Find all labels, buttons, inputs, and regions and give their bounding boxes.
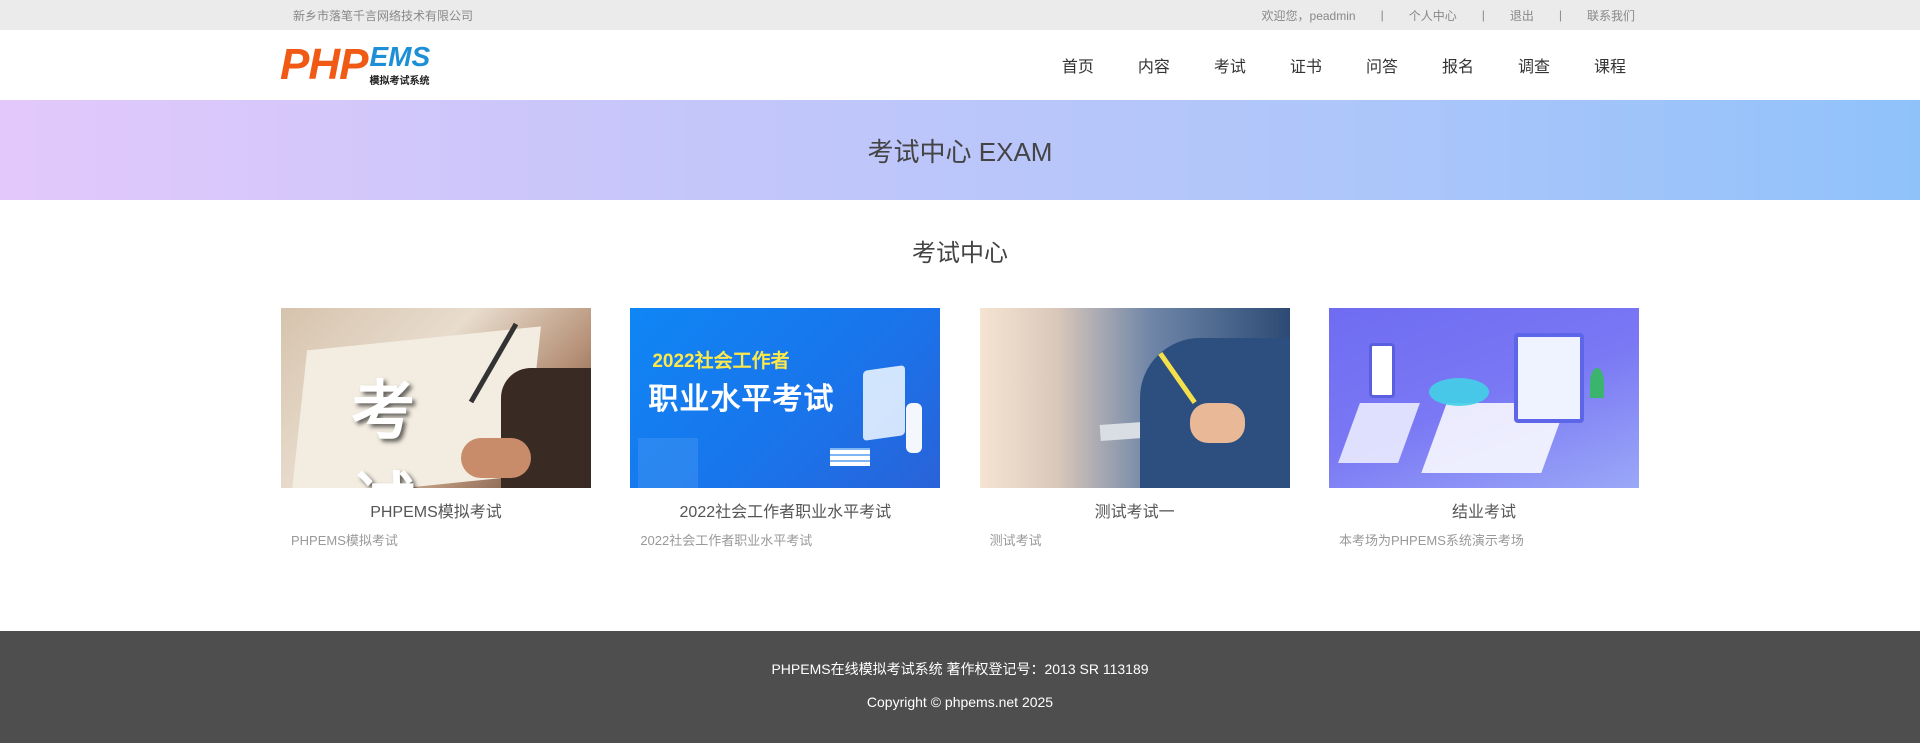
footer: PHPEMS在线模拟考试系统 著作权登记号：2013 SR 113189 Cop… xyxy=(0,631,1920,743)
exam-card-desc: 测试考试 xyxy=(989,533,1042,548)
cylinder-shape xyxy=(1428,378,1489,406)
image-caption-line1: 2022社会工作者 xyxy=(652,351,790,372)
books-shape xyxy=(830,448,871,466)
exam-card[interactable]: 2022社会工作者 职业水平考试 2022社会工作者职业水平考试 2022社会工… xyxy=(630,308,941,549)
footer-copyright: Copyright © phpems.net 2025 xyxy=(866,694,1054,710)
exam-card-list: 考 试 PHPEMS模拟考试 PHPEMS模拟考试 2022社会工作者 职业水平… xyxy=(280,308,1640,549)
top-bar: 新乡市落笔千言网络技术有限公司 欢迎您，peadmin | 个人中心 | 退出 … xyxy=(0,0,1920,30)
link-separator: | xyxy=(1558,8,1562,22)
banner-title: 考试中心 EXAM xyxy=(867,136,1053,167)
person-shape xyxy=(906,403,923,453)
exam-card-title[interactable]: PHPEMS模拟考试 xyxy=(281,498,591,521)
cube-shape xyxy=(638,438,699,488)
nav-item-certificate[interactable]: 证书 xyxy=(1290,53,1322,77)
personal-center-link[interactable]: 个人中心 xyxy=(1409,7,1457,24)
logo-php-text: PHP xyxy=(280,40,368,89)
nav-item-qa[interactable]: 问答 xyxy=(1366,53,1398,77)
logo-ems-text: EMS xyxy=(369,41,431,72)
user-links: 欢迎您，peadmin | 个人中心 | 退出 | 联系我们 xyxy=(1262,7,1635,24)
contact-link[interactable]: 联系我们 xyxy=(1587,7,1635,24)
header: PHP EMS 模拟考试系统 首页 内容 考试 证书 问答 报名 调查 课程 xyxy=(0,30,1920,100)
exam-card-desc: 本考场为PHPEMS系统演示考场 xyxy=(1338,533,1524,548)
image-caption-line2: 职业水平考试 xyxy=(648,383,835,416)
hand-shape xyxy=(1189,403,1245,443)
nav-item-course[interactable]: 课程 xyxy=(1594,53,1626,77)
nav-item-survey[interactable]: 调查 xyxy=(1518,53,1550,77)
exam-card-desc: 2022社会工作者职业水平考试 xyxy=(640,533,813,548)
logout-link[interactable]: 退出 xyxy=(1510,7,1534,24)
welcome-user-link[interactable]: 欢迎您，peadmin xyxy=(1262,7,1356,24)
image-caption: 考 试 xyxy=(351,375,445,488)
page-banner: 考试中心 EXAM xyxy=(0,100,1920,200)
screen-shape xyxy=(1513,333,1584,423)
nav-item-home[interactable]: 首页 xyxy=(1062,53,1094,77)
exam-card-title[interactable]: 结业考试 xyxy=(1329,498,1639,521)
exam-card[interactable]: 结业考试 本考场为PHPEMS系统演示考场 xyxy=(1328,308,1639,549)
logo-subtitle: 模拟考试系统 xyxy=(369,76,430,87)
section-title: 考试中心 xyxy=(912,240,1008,267)
footer-copyright-registration: PHPEMS在线模拟考试系统 著作权登记号：2013 SR 113189 xyxy=(771,661,1149,677)
exam-card-desc: PHPEMS模拟考试 xyxy=(291,533,398,548)
platform-shape xyxy=(1338,403,1420,463)
exam-card-image[interactable] xyxy=(1328,308,1639,488)
exam-card-title[interactable]: 测试考试一 xyxy=(980,498,1290,521)
nav-item-signup[interactable]: 报名 xyxy=(1442,53,1474,77)
exam-card-image[interactable] xyxy=(979,308,1290,488)
link-separator: | xyxy=(1481,8,1485,22)
exam-card-image[interactable]: 2022社会工作者 职业水平考试 xyxy=(630,308,941,488)
exam-card-title[interactable]: 2022社会工作者职业水平考试 xyxy=(630,498,940,521)
nav-item-content[interactable]: 内容 xyxy=(1138,53,1170,77)
link-separator: | xyxy=(1380,8,1384,22)
exam-card[interactable]: 测试考试一 测试考试 xyxy=(979,308,1290,549)
main-nav: 首页 内容 考试 证书 问答 报名 调查 课程 xyxy=(1018,53,1640,77)
exam-card-image[interactable]: 考 试 xyxy=(281,308,591,488)
exam-card[interactable]: 考 试 PHPEMS模拟考试 PHPEMS模拟考试 xyxy=(281,308,591,549)
company-name: 新乡市落笔千言网络技术有限公司 xyxy=(293,8,474,23)
phone-shape xyxy=(1368,343,1395,398)
nav-item-exam[interactable]: 考试 xyxy=(1214,53,1246,77)
site-logo[interactable]: PHP EMS 模拟考试系统 xyxy=(280,40,430,90)
board-shape xyxy=(863,365,906,441)
tree-shape xyxy=(1589,368,1604,398)
